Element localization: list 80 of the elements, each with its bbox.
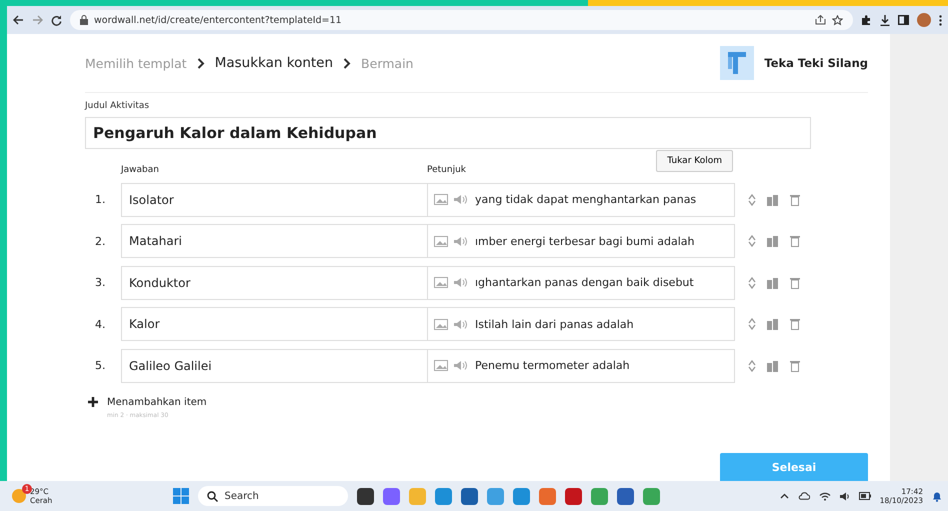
delete-icon[interactable]	[790, 276, 800, 288]
item-number: 2.	[94, 234, 106, 248]
chevron-up-icon[interactable]	[780, 493, 789, 499]
menu-icon[interactable]	[939, 14, 942, 26]
delete-icon[interactable]	[790, 194, 800, 206]
chevron-icon	[196, 58, 205, 68]
avatar-icon[interactable]	[917, 13, 931, 27]
battery-icon[interactable]	[858, 492, 871, 500]
clue-field[interactable]: ıghantarkan panas dengan baik disebut	[428, 266, 734, 298]
reorder-icon[interactable]	[748, 235, 756, 247]
search-icon	[206, 490, 218, 502]
sound-icon[interactable]	[454, 360, 467, 371]
puzzle-icon[interactable]	[861, 14, 872, 26]
column-header: Jawaban	[121, 165, 160, 175]
reorder-icon[interactable]	[748, 318, 756, 330]
cloud-icon[interactable]	[798, 492, 810, 500]
share-icon[interactable]	[815, 15, 826, 25]
item-number: 5.	[94, 359, 106, 372]
start-icon[interactable]	[172, 488, 189, 504]
wifi-icon[interactable]	[818, 492, 831, 500]
item-field-pair[interactable]: Galileo Galilei Penemu termometer adalah	[121, 348, 735, 382]
delete-icon[interactable]	[790, 235, 800, 247]
breadcrumb-step[interactable]: Masukkan konten	[214, 55, 334, 71]
image-icon[interactable]	[434, 194, 448, 205]
clue-text: Penemu termometer adalah	[475, 359, 630, 372]
title-field[interactable]: Pengaruh Kalor dalam Kehidupan	[85, 117, 811, 149]
item-field-pair[interactable]: Konduktor ıghantarkan panas dengan baik disebut	[121, 266, 735, 300]
duplicate-icon[interactable]	[767, 194, 779, 206]
add-item-link[interactable]: Menambahkan item	[107, 396, 207, 408]
duplicate-icon[interactable]	[767, 318, 779, 330]
reorder-icon[interactable]	[748, 276, 756, 288]
template-name: Teka Teki Silang	[764, 56, 868, 70]
back-icon[interactable]	[13, 15, 24, 25]
swap-columns-button[interactable]: Tukar Kolom	[656, 150, 733, 172]
clue-field[interactable]: yang tidak dapat menghantarkan panas	[428, 184, 734, 216]
reorder-icon[interactable]	[748, 360, 756, 372]
item-number: 4.	[94, 318, 106, 330]
weather-icon[interactable]	[12, 489, 26, 503]
sound-icon[interactable]	[454, 194, 467, 205]
reload-icon[interactable]	[51, 14, 62, 26]
duplicate-icon[interactable]	[767, 235, 779, 247]
item-number: 3.	[94, 276, 106, 289]
clue-text: ıghantarkan panas dengan baik disebut	[475, 276, 694, 289]
clue-field[interactable]: Istilah lain dari panas adalah	[428, 308, 734, 340]
column-header: Petunjuk	[427, 165, 466, 175]
taskbar-search-field[interactable]: Search	[198, 486, 348, 506]
sound-icon[interactable]	[454, 236, 467, 246]
item-field-pair[interactable]: Isolator yang tidak dapat menghantarkan panas	[121, 182, 735, 216]
chevron-icon	[343, 58, 352, 68]
clue-field[interactable]: Penemu termometer adalah	[428, 350, 734, 382]
image-icon[interactable]	[434, 277, 448, 288]
item-field-pair[interactable]: Kalor Istilah lain dari panas adalah	[121, 307, 735, 341]
speaker-icon[interactable]	[840, 492, 850, 500]
download-icon[interactable]	[880, 14, 890, 26]
crossword-icon	[720, 46, 754, 80]
lock-icon	[80, 15, 88, 25]
bell-icon[interactable]	[932, 490, 942, 502]
image-icon[interactable]	[434, 236, 448, 246]
sound-icon[interactable]	[454, 277, 467, 288]
url-text: wordwall.net/id/create/entercontent?templateId=11	[94, 14, 342, 26]
sound-icon[interactable]	[454, 318, 467, 330]
delete-icon[interactable]	[790, 360, 800, 372]
star-icon[interactable]	[832, 14, 843, 26]
image-icon[interactable]	[434, 318, 448, 330]
field-label: Judul Aktivitas	[85, 101, 150, 111]
item-number: 1.	[94, 193, 106, 206]
clue-text: ımber energi terbesar bagi bumi adalah	[475, 234, 694, 248]
clue-text: yang tidak dapat menghantarkan panas	[475, 193, 696, 206]
clue-text: Istilah lain dari panas adalah	[475, 318, 634, 330]
sidepanel-icon[interactable]	[898, 15, 909, 25]
reorder-icon[interactable]	[748, 194, 756, 206]
image-icon[interactable]	[434, 360, 448, 371]
duplicate-icon[interactable]	[767, 276, 779, 288]
forward-icon[interactable]	[32, 15, 43, 25]
clue-field[interactable]: ımber energi terbesar bagi bumi adalah	[428, 225, 734, 257]
item-field-pair[interactable]: Matahari ımber energi terbesar bagi bumi adalah	[121, 224, 735, 258]
plus-icon[interactable]	[88, 397, 98, 407]
delete-icon[interactable]	[790, 318, 800, 330]
duplicate-icon[interactable]	[767, 360, 779, 372]
address-bar[interactable]: wordwall.net/id/create/entercontent?templateId=11	[70, 10, 853, 30]
